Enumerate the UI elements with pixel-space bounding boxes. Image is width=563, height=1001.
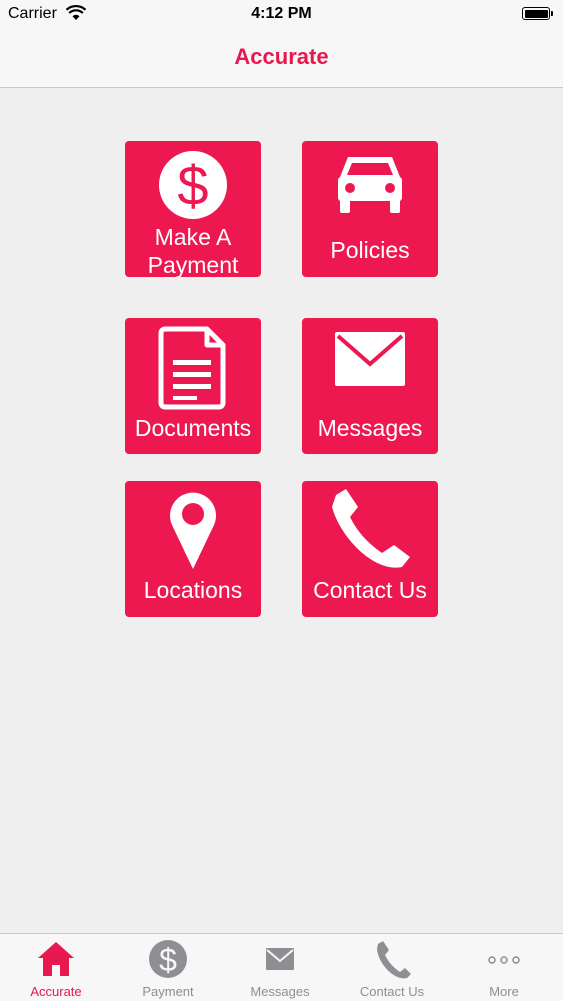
envelope-icon — [335, 332, 405, 386]
map-pin-icon — [170, 492, 216, 569]
tab-more[interactable]: More — [448, 934, 560, 1001]
more-dots-icon — [488, 956, 520, 964]
locations-label: Locations — [143, 577, 243, 603]
svg-text:$: $ — [177, 154, 208, 217]
envelope-icon — [266, 948, 294, 970]
tab-more-label: More — [489, 984, 519, 999]
messages-tile[interactable]: Messages — [302, 318, 438, 454]
tab-payment[interactable]: $ Payment — [112, 934, 224, 1001]
make-a-payment-label: Make A Payment — [147, 224, 239, 277]
contact-us-label: Contact Us — [313, 577, 427, 603]
dollar-circle-icon: $ — [159, 151, 227, 219]
tab-contact-us-label: Contact Us — [359, 984, 425, 999]
dollar-circle-icon: $ — [149, 940, 187, 978]
documents-tile[interactable]: Documents — [125, 318, 261, 454]
policies-tile[interactable]: Policies — [302, 141, 438, 277]
documents-label: Documents — [134, 415, 252, 441]
tab-accurate-label: Accurate — [30, 984, 82, 999]
home-icon — [38, 942, 74, 976]
svg-text:$: $ — [159, 942, 177, 978]
tab-bar: Accurate $ Payment Messages Contact Us M… — [0, 933, 563, 1001]
status-bar: Carrier 4:12 PM — [0, 0, 563, 30]
tab-messages[interactable]: Messages — [224, 934, 336, 1001]
tab-payment-label: Payment — [142, 984, 194, 999]
battery-icon — [522, 7, 553, 20]
phone-icon — [377, 941, 411, 979]
tab-messages-label: Messages — [250, 984, 310, 999]
tab-accurate[interactable]: Accurate — [0, 934, 112, 1001]
status-time: 4:12 PM — [251, 5, 312, 22]
navigation-bar: Accurate — [0, 30, 563, 88]
policies-label: Policies — [330, 237, 410, 263]
car-icon — [338, 157, 402, 213]
phone-icon — [332, 489, 410, 568]
contact-us-tile[interactable]: Contact Us — [302, 481, 438, 617]
locations-tile[interactable]: Locations — [125, 481, 261, 617]
document-icon — [158, 326, 226, 410]
tab-contact-us[interactable]: Contact Us — [336, 934, 448, 1001]
make-a-payment-tile[interactable]: $ Make A Payment — [125, 141, 261, 277]
messages-label: Messages — [317, 415, 423, 441]
page-title: Accurate — [234, 44, 329, 69]
